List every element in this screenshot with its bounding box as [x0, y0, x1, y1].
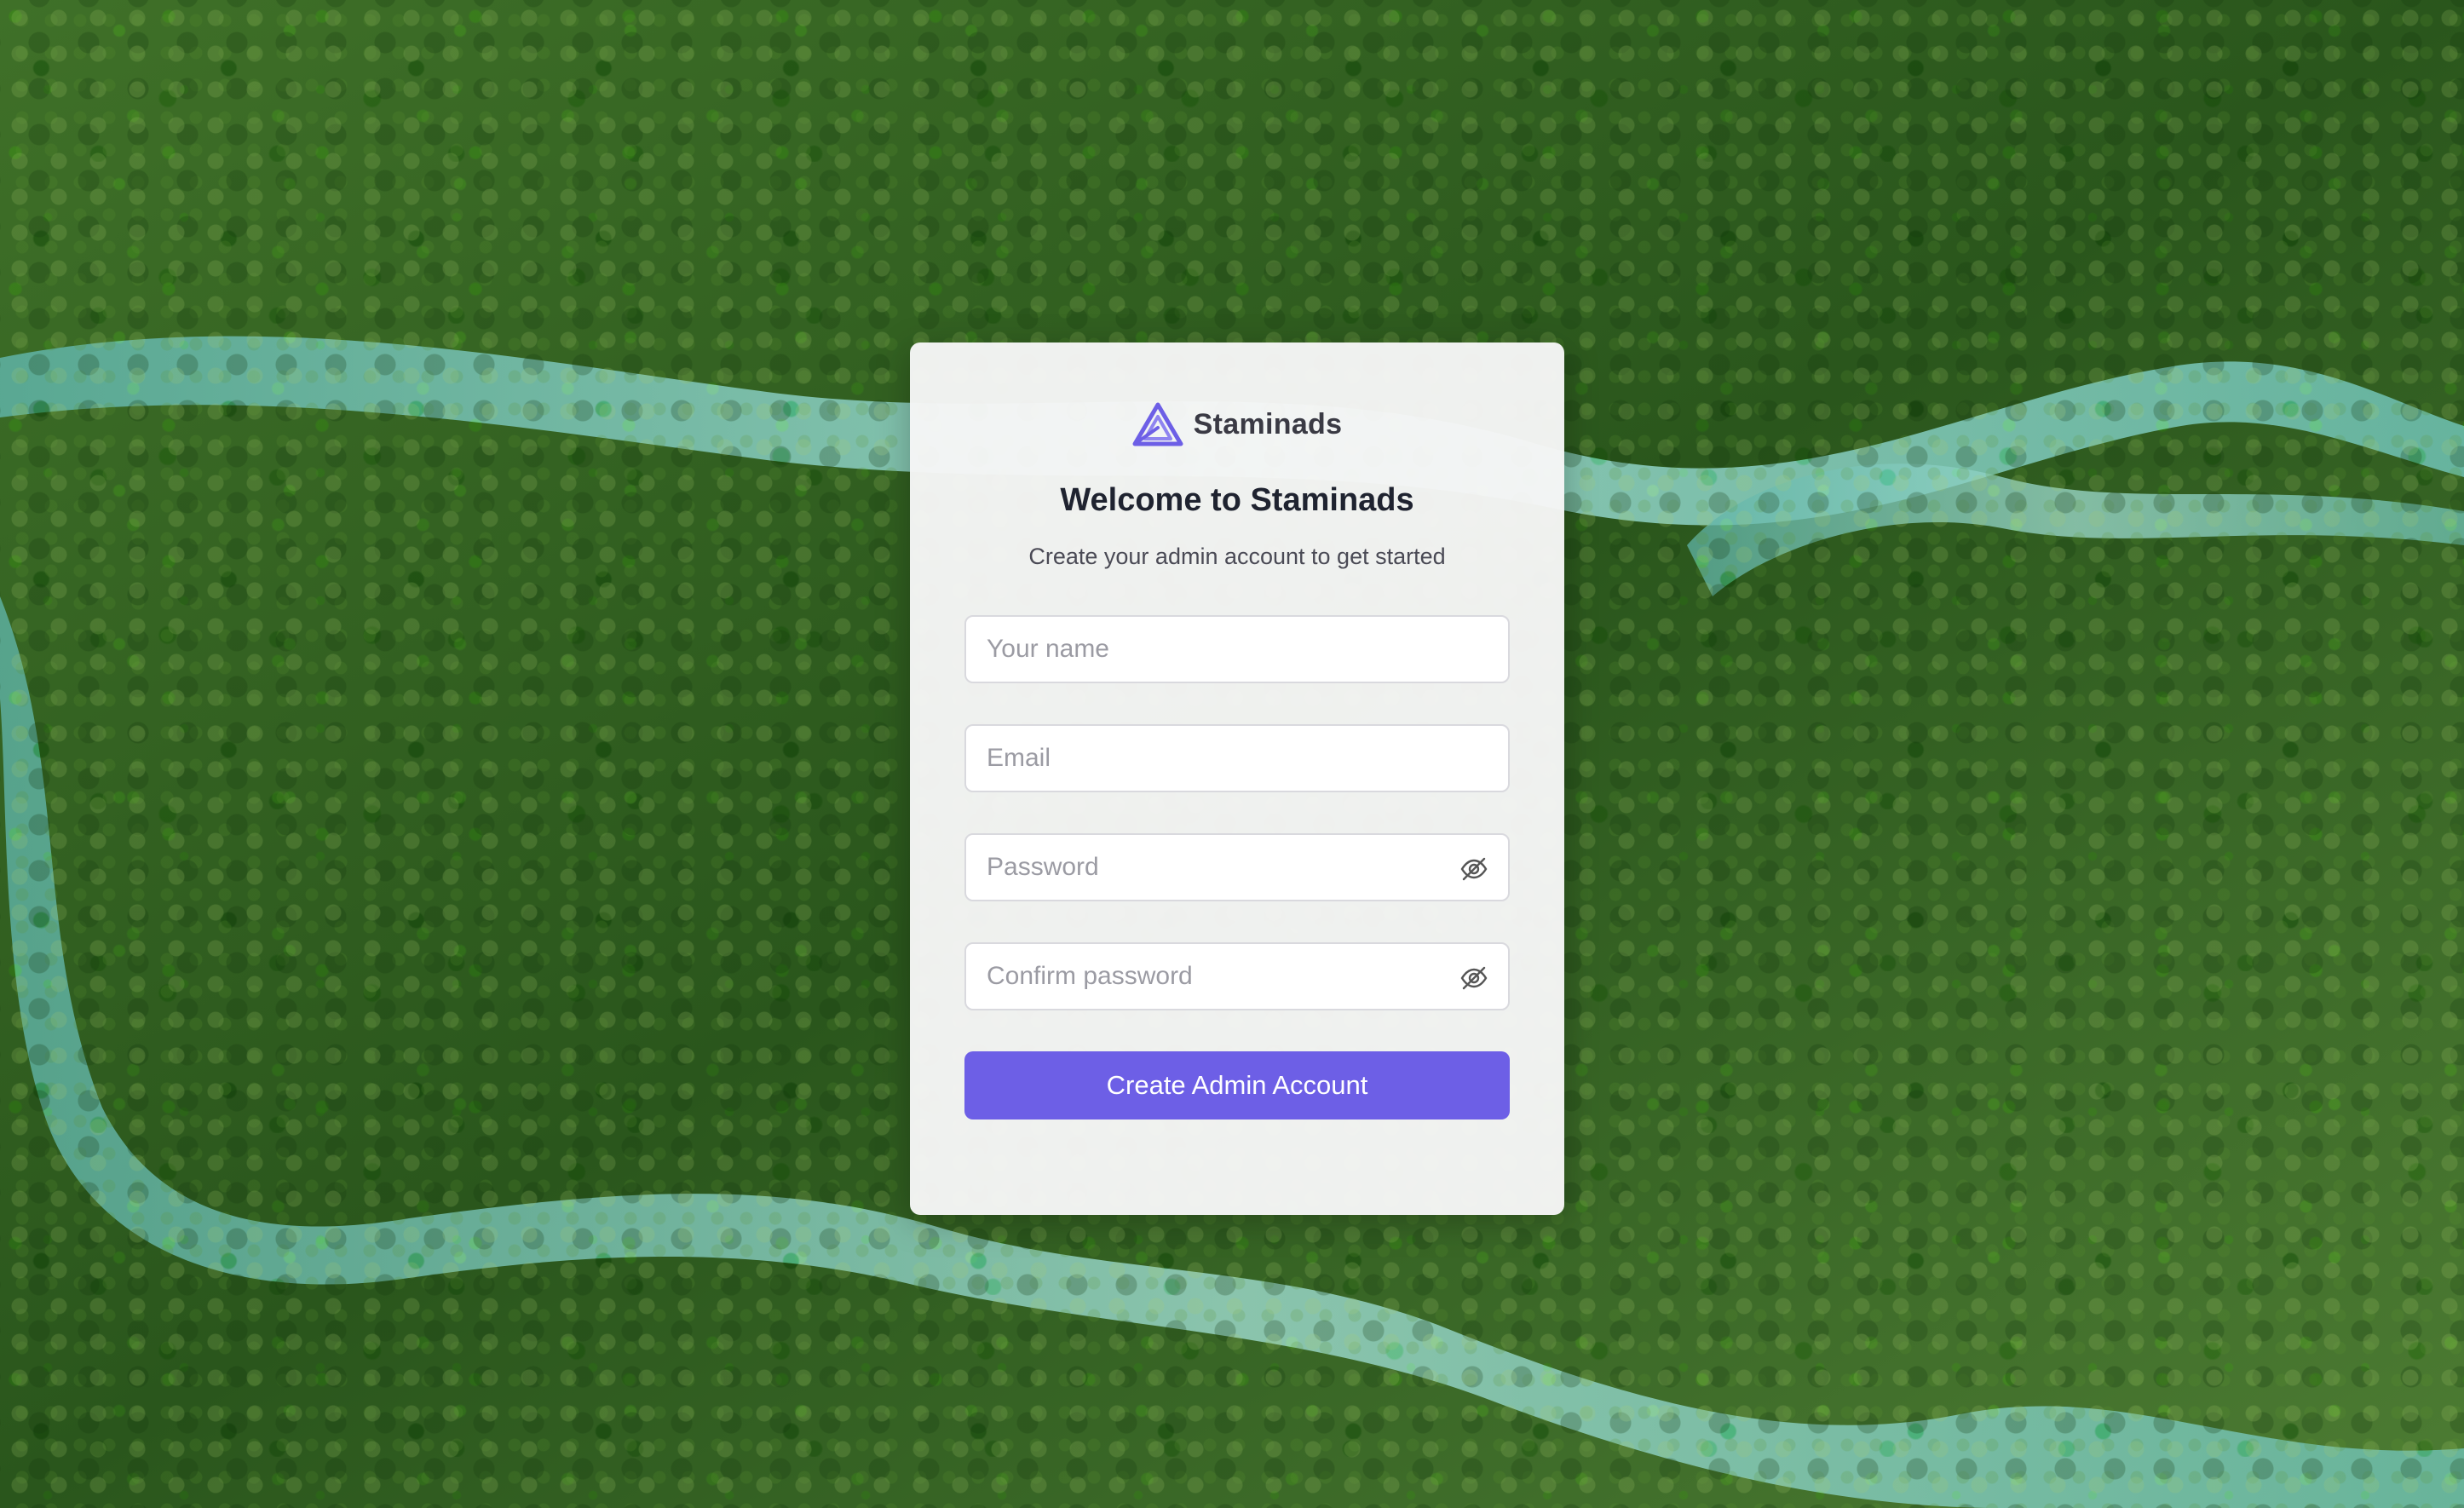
- name-input[interactable]: [966, 617, 1508, 682]
- brand-header: Staminads: [910, 402, 1564, 446]
- staminads-logo-icon: [1132, 402, 1183, 446]
- page-subtitle: Create your admin account to get started: [1028, 544, 1446, 569]
- page-title: Welcome to Staminads: [1060, 482, 1414, 518]
- password-input[interactable]: [966, 835, 1508, 900]
- eye-off-icon[interactable]: [1459, 963, 1489, 993]
- signup-card: Staminads Welcome to Staminads Create yo…: [910, 342, 1564, 1215]
- eye-off-icon[interactable]: [1459, 854, 1489, 884]
- confirm-password-input[interactable]: [966, 944, 1508, 1009]
- password-field: [964, 833, 1510, 901]
- email-input[interactable]: [966, 726, 1508, 791]
- confirm-password-field: [964, 942, 1510, 1010]
- name-field: [964, 615, 1510, 683]
- signup-page: Staminads Welcome to Staminads Create yo…: [0, 0, 2464, 1508]
- email-field: [964, 724, 1510, 792]
- create-admin-account-button[interactable]: Create Admin Account: [964, 1051, 1510, 1119]
- brand-name: Staminads: [1193, 407, 1343, 440]
